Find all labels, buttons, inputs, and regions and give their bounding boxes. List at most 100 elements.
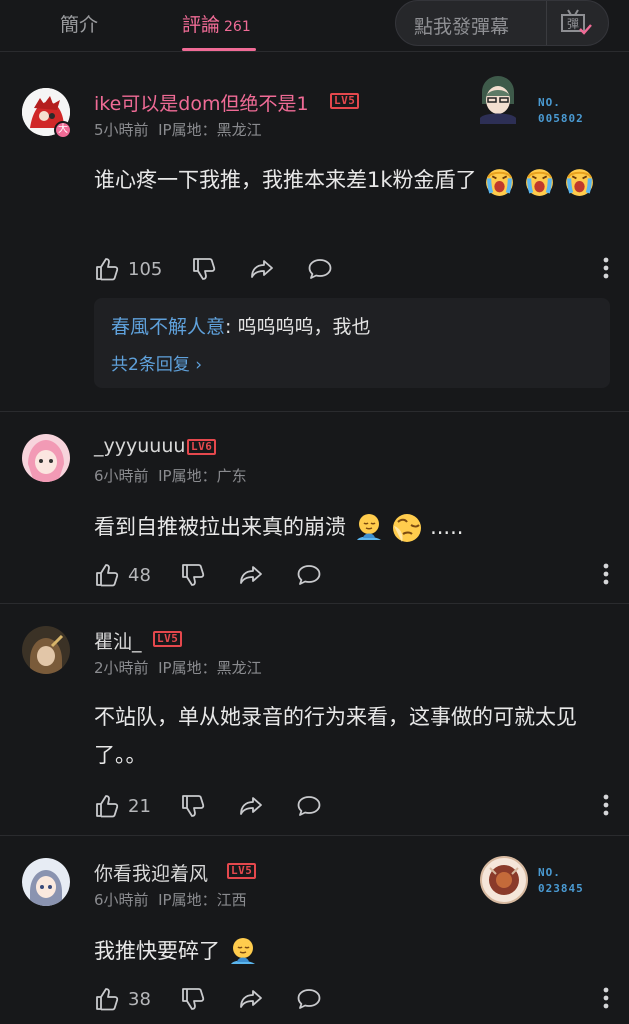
comment-ip: IP属地：江西 — [158, 891, 247, 909]
comment-text: 谁心疼一下我推，我推本来差1k粉金盾了 — [94, 161, 607, 199]
tab-comments[interactable]: 評論 261 — [182, 10, 251, 37]
fan-badge-no-label: NO. — [538, 96, 561, 109]
comment-item: 你看我迎着风 LV5 NO. 023845 6小時前 IP属地：江西 我推快要碎… — [0, 836, 629, 1024]
thumbs-down-icon — [180, 562, 206, 588]
view-replies-label: 共2条回复 — [111, 355, 190, 375]
reply-line: 春風不解人意: 呜呜呜呜，我也 — [111, 312, 370, 339]
username[interactable]: 瞿汕_ — [94, 627, 142, 654]
level-badge: LV5 — [227, 863, 257, 879]
more-icon[interactable] — [603, 986, 609, 1010]
thumbs-up-icon — [94, 793, 120, 819]
username[interactable]: _yyyuuuu — [94, 435, 185, 457]
crying-emoji — [563, 165, 596, 198]
username[interactable]: ike可以是dom但绝不是1 — [94, 89, 309, 116]
fan-badge-icon — [480, 856, 528, 908]
reply-icon — [296, 986, 322, 1012]
crying-emoji — [523, 165, 556, 198]
reply-icon — [296, 562, 322, 588]
sad-emoji — [391, 512, 423, 544]
level-badge: LV6 — [187, 439, 217, 455]
thumbs-up-icon — [94, 256, 120, 282]
danmaku-btn-label: 彈 — [567, 17, 579, 31]
dislike-button[interactable] — [191, 254, 217, 284]
comment-ip: IP属地：黑龙江 — [158, 659, 262, 677]
more-icon[interactable] — [603, 562, 609, 586]
danmaku-placeholder: 點我發彈幕 — [414, 16, 510, 38]
more-icon[interactable] — [603, 256, 609, 280]
comment-time: 5小時前 — [94, 121, 149, 139]
fan-badge-icon — [474, 72, 522, 128]
comment-ip: IP属地：广东 — [158, 467, 247, 485]
thumbs-up-icon — [94, 986, 120, 1012]
avatar[interactable] — [22, 434, 70, 482]
fan-badge-number: 005802 — [538, 112, 584, 125]
top-tab-bar: 簡介 評論 261 點我發彈幕 彈 — [0, 0, 629, 52]
share-icon — [238, 793, 264, 819]
comment-text: 看到自推被拉出来真的崩溃 ..... — [94, 508, 607, 546]
dislike-button[interactable] — [180, 560, 206, 590]
dislike-button[interactable] — [180, 791, 206, 821]
username[interactable]: 你看我迎着风 — [94, 859, 208, 886]
danmaku-input[interactable]: 點我發彈幕 彈 — [395, 0, 609, 46]
view-replies-link[interactable]: 共2条回复 › — [111, 350, 202, 375]
comment-meta: 5小時前 IP属地：黑龙江 — [94, 119, 262, 140]
share-button[interactable] — [238, 984, 264, 1014]
like-button[interactable]: 21 — [94, 791, 151, 821]
comment-text: 不站队，单从她录音的行为来看，这事做的可就太见了。。 — [94, 705, 577, 767]
reply-icon — [307, 256, 333, 282]
comment-actions: 105 — [94, 254, 609, 284]
comment-actions: 21 — [94, 791, 609, 821]
reply-author[interactable]: 春風不解人意 — [111, 316, 225, 338]
melting-emoji — [227, 936, 259, 968]
comment-item: 大 ike可以是dom但绝不是1 LV5 NO. 005802 5小時前 IP属… — [0, 66, 629, 412]
level-badge: LV5 — [330, 93, 360, 109]
reply-preview[interactable]: 春風不解人意: 呜呜呜呜，我也 共2条回复 › — [94, 298, 610, 388]
comment-ip: IP属地：黑龙江 — [158, 121, 262, 139]
comment-time: 6小時前 — [94, 891, 149, 909]
reply-button[interactable] — [296, 984, 322, 1014]
level-badge: LV5 — [153, 631, 183, 647]
avatar-tag: 大 — [54, 121, 72, 139]
share-icon — [238, 562, 264, 588]
comments-count: 261 — [224, 19, 251, 35]
comment-actions: 48 — [94, 560, 609, 590]
share-button[interactable] — [249, 254, 275, 284]
like-count: 105 — [128, 258, 163, 280]
more-icon[interactable] — [603, 793, 609, 817]
like-count: 21 — [128, 795, 151, 817]
avatar[interactable] — [22, 626, 70, 674]
share-icon — [249, 256, 275, 282]
dislike-button[interactable] — [180, 984, 206, 1014]
like-button[interactable]: 38 — [94, 984, 151, 1014]
share-button[interactable] — [238, 791, 264, 821]
avatar[interactable] — [22, 858, 70, 906]
danmaku-icon[interactable]: 彈 — [558, 7, 592, 39]
like-button[interactable]: 105 — [94, 254, 162, 284]
fan-badge-number: 023845 — [538, 882, 584, 895]
reply-icon — [296, 793, 322, 819]
reply-button[interactable] — [296, 560, 322, 590]
danmaku-divider — [546, 1, 547, 45]
tab-active-underline — [182, 48, 256, 51]
comment-meta: 6小時前 IP属地：广东 — [94, 465, 247, 486]
share-button[interactable] — [238, 560, 264, 590]
comment-text-body: 看到自推被拉出来真的崩溃 — [94, 515, 346, 539]
thumbs-down-icon — [191, 256, 217, 282]
thumbs-down-icon — [180, 986, 206, 1012]
comment-actions: 38 — [94, 984, 609, 1014]
tab-intro[interactable]: 簡介 — [60, 10, 98, 37]
avatar-tag-text: 大 — [58, 124, 68, 135]
like-count: 48 — [128, 564, 151, 586]
share-icon — [238, 986, 264, 1012]
reply-button[interactable] — [296, 791, 322, 821]
thumbs-up-icon — [94, 562, 120, 588]
comment-item: 瞿汕_ LV5 2小時前 IP属地：黑龙江 不站队，单从她录音的行为来看，这事做… — [0, 604, 629, 836]
fan-badge-no-label: NO. — [538, 866, 561, 879]
reply-button[interactable] — [307, 254, 333, 284]
comment-meta: 6小時前 IP属地：江西 — [94, 889, 247, 910]
melting-emoji — [353, 512, 385, 544]
like-button[interactable]: 48 — [94, 560, 151, 590]
tab-comments-label: 評論 — [182, 14, 221, 36]
comment-item: _yyyuuuu LV6 6小時前 IP属地：广东 看到自推被拉出来真的崩溃 .… — [0, 412, 629, 604]
like-count: 38 — [128, 988, 151, 1010]
